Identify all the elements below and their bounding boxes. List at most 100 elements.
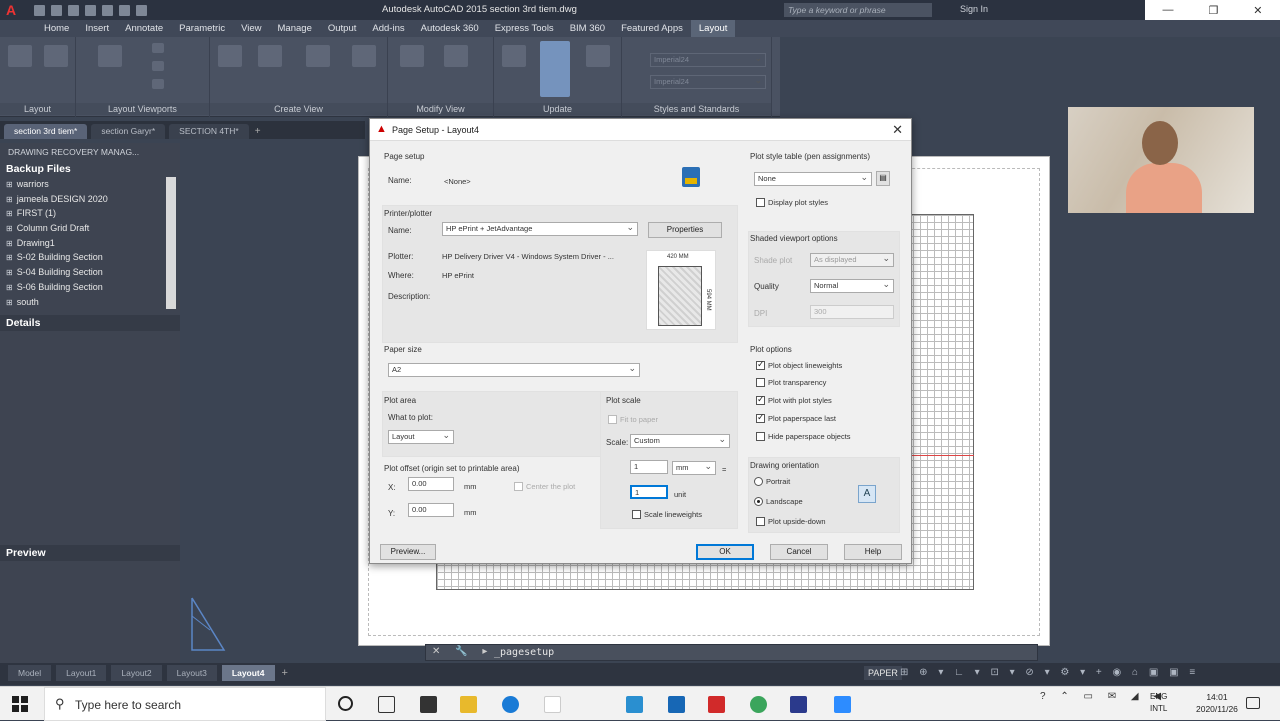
app2-icon[interactable] [790, 696, 807, 713]
scale-unit-select[interactable]: mm [672, 461, 716, 475]
ribbon-tab-annotate[interactable]: Annotate [117, 20, 171, 37]
clip-icon[interactable] [152, 61, 164, 71]
task-view-icon[interactable] [378, 696, 395, 713]
backup-item[interactable]: ⊞ FIRST (1) [2, 206, 166, 221]
doc-tab-section-3rd[interactable]: section 3rd tiem* [4, 124, 88, 139]
taskbar-search-input[interactable]: ⚲ Type here to search [44, 687, 326, 721]
expand-icon[interactable]: ⊞ [6, 253, 13, 262]
command-line[interactable]: ✕ 🔧 ▸ _pagesetup [425, 644, 1038, 661]
backup-item[interactable]: ⊞ S-06 Building Section [2, 280, 166, 295]
layout-tab-model[interactable]: Model [8, 665, 52, 681]
add-layout-icon[interactable]: + [282, 665, 288, 681]
center-plot-checkbox[interactable]: Center the plot [514, 482, 575, 491]
onedrive-icon[interactable] [626, 696, 643, 713]
backup-scrollbar[interactable] [166, 177, 176, 309]
help-button[interactable]: Help [844, 544, 902, 560]
expand-icon[interactable]: ⊞ [6, 239, 13, 248]
save-icon[interactable] [68, 4, 79, 16]
hide-paperspace-objects-checkbox[interactable]: Hide paperspace objects [756, 432, 851, 441]
language-indicator[interactable]: ENG INTL [1150, 691, 1167, 715]
layout-tab-layout1[interactable]: Layout1 [56, 665, 107, 681]
expand-icon[interactable]: ⊞ [6, 283, 13, 292]
paper-size-select[interactable]: A2 [388, 363, 640, 377]
plot-transparency-checkbox[interactable]: Plot transparency [756, 378, 826, 387]
close-icon[interactable]: ✕ [1253, 4, 1262, 17]
minimize-icon[interactable]: — [1162, 4, 1173, 16]
plot-object-lineweights-checkbox[interactable]: Plot object lineweights [756, 359, 842, 370]
close-icon[interactable]: ✕ [892, 122, 903, 138]
portrait-radio[interactable]: Portrait [754, 477, 790, 486]
what-to-plot-select[interactable]: Layout [388, 430, 454, 444]
new-icon[interactable] [34, 4, 45, 16]
save-as-icon[interactable] [85, 4, 96, 16]
plot-upside-down-checkbox[interactable]: Plot upside-down [756, 517, 826, 526]
backup-item[interactable]: ⊞ Column Grid Draft [2, 221, 166, 236]
app-icon[interactable] [544, 696, 561, 713]
layout-tab-layout3[interactable]: Layout3 [166, 665, 217, 681]
quality-select[interactable]: Normal [810, 279, 894, 293]
backup-item[interactable]: ⊞ S-02 Building Section [2, 250, 166, 265]
expand-icon[interactable]: ⊞ [6, 209, 13, 218]
clock[interactable]: 14:01 2020/11/26 [1196, 691, 1238, 715]
offset-y-input[interactable]: 0.00 [408, 503, 454, 517]
zoom-icon[interactable] [834, 696, 851, 713]
edge-icon[interactable] [502, 696, 519, 713]
detail-view-icon[interactable] [352, 45, 376, 67]
paper-space-button[interactable]: PAPER [864, 666, 902, 680]
ribbon-tab-bim-360[interactable]: BIM 360 [562, 20, 613, 37]
system-tray-icons[interactable]: ? ⌃ ▭ ✉ ◢ ◀ [1040, 691, 1167, 702]
autocad-logo-icon[interactable]: A [6, 2, 16, 18]
cancel-button[interactable]: Cancel [770, 544, 828, 560]
properties-button[interactable]: Properties [648, 222, 722, 238]
doc-tab-section-4th[interactable]: SECTION 4TH* [169, 124, 249, 139]
expand-icon[interactable]: ⊞ [6, 268, 13, 277]
named-icon[interactable] [152, 43, 164, 53]
shade-plot-select[interactable]: As displayed [810, 253, 894, 267]
display-plot-styles-checkbox[interactable]: Display plot styles [756, 198, 828, 207]
undo-icon[interactable] [119, 4, 130, 16]
expand-icon[interactable]: ⊞ [6, 224, 13, 233]
backup-item[interactable]: ⊞ south [2, 295, 166, 310]
ribbon-tab-express-tools[interactable]: Express Tools [487, 20, 562, 37]
section-style-select[interactable]: Imperial24 [650, 75, 766, 89]
search-input[interactable]: Type a keyword or phrase [784, 3, 932, 17]
chrome-icon[interactable] [750, 696, 767, 713]
mail-icon[interactable] [668, 696, 685, 713]
backup-item[interactable]: ⊞ jameela DESIGN 2020 [2, 192, 166, 207]
edit-components-icon[interactable] [444, 45, 468, 67]
edit-view-icon[interactable] [400, 45, 424, 67]
layout-tab-layout4[interactable]: Layout4 [221, 665, 275, 681]
ribbon-tab-layout[interactable]: Layout [690, 20, 736, 37]
symbol-sketch-icon[interactable] [502, 45, 526, 67]
windows-start-icon[interactable] [12, 696, 28, 712]
backup-item[interactable]: ⊞ S-04 Building Section [2, 265, 166, 280]
scale-select[interactable]: Custom [630, 434, 730, 448]
ribbon-tab-view[interactable]: View [233, 20, 269, 37]
plot-icon[interactable] [102, 4, 113, 16]
maximize-icon[interactable]: ❐ [1208, 4, 1218, 17]
preview-header[interactable]: Preview [0, 545, 180, 561]
backup-item[interactable]: ⊞ Drawing1 [2, 236, 166, 251]
scale-numerator-input[interactable]: 1 [630, 460, 668, 474]
plot-paperspace-last-checkbox[interactable]: Plot paperspace last [756, 412, 836, 423]
edit-plot-style-icon[interactable]: ▤ [876, 171, 890, 186]
fit-to-paper-checkbox[interactable]: Fit to paper [608, 415, 658, 424]
section-view-icon[interactable] [306, 45, 330, 67]
scale-denominator-input[interactable]: 1 [630, 485, 668, 499]
projected-view-icon[interactable] [258, 45, 282, 67]
plot-style-select[interactable]: None [754, 172, 872, 186]
store-icon[interactable] [420, 696, 437, 713]
ribbon-tab-parametric[interactable]: Parametric [171, 20, 233, 37]
plot-with-plot-styles-checkbox[interactable]: Plot with plot styles [756, 394, 832, 405]
layout-tab-layout2[interactable]: Layout2 [111, 665, 162, 681]
ribbon-tab-autodesk-360[interactable]: Autodesk 360 [413, 20, 487, 37]
landscape-radio[interactable]: Landscape [754, 497, 803, 506]
sign-in-link[interactable]: Sign In [960, 4, 988, 14]
offset-x-input[interactable]: 0.00 [408, 477, 454, 491]
update-view-icon[interactable] [540, 41, 570, 97]
base-view-icon[interactable] [218, 45, 242, 67]
dpi-input[interactable]: 300 [810, 305, 894, 319]
lock-icon[interactable] [152, 79, 164, 89]
ribbon-tab-home[interactable]: Home [36, 20, 77, 37]
doc-tab-section-garyr[interactable]: section Garyr* [91, 124, 166, 139]
